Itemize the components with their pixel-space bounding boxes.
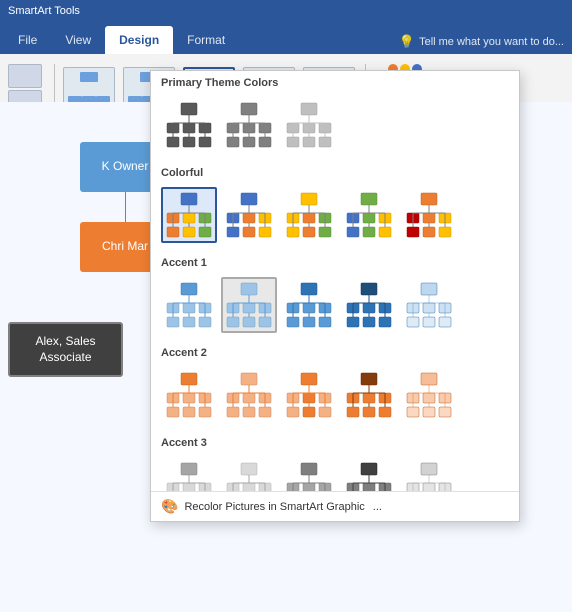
connector-1: [125, 192, 126, 222]
accent2-swatch-4[interactable]: [341, 367, 397, 423]
accent1-swatch-5[interactable]: [401, 277, 457, 333]
node-alex[interactable]: Alex, Sales Associate: [8, 322, 123, 377]
accent1-swatch-1[interactable]: [161, 277, 217, 333]
colorful-swatch-4[interactable]: [341, 187, 397, 243]
title-bar: SmartArt Tools: [0, 0, 572, 22]
section-colorful-label: Colorful: [151, 161, 519, 183]
section-accent3-label: Accent 3: [151, 431, 519, 453]
primary-swatch-2[interactable]: [221, 97, 277, 153]
colorful-swatch-5[interactable]: [401, 187, 457, 243]
accent2-swatch-1[interactable]: [161, 367, 217, 423]
recolor-label: Recolor Pictures in SmartArt Graphic: [184, 501, 364, 513]
primary-swatch-1[interactable]: [161, 97, 217, 153]
ribbon-tabs: File View Design Format 💡 Tell me what y…: [0, 22, 572, 54]
title-text: SmartArt Tools: [8, 5, 80, 17]
tab-format[interactable]: Format: [173, 26, 239, 54]
accent1-swatch-3[interactable]: [281, 277, 337, 333]
accent3-swatch-2[interactable]: [221, 457, 277, 491]
colorful-swatch-1[interactable]: [161, 187, 217, 243]
section-accent2-grid: [151, 363, 519, 431]
colorful-swatch-3[interactable]: [281, 187, 337, 243]
change-colors-dropdown: Primary Theme Colors: [150, 70, 520, 522]
tab-design[interactable]: Design: [105, 26, 173, 54]
section-accent3-grid: [151, 453, 519, 491]
thumb-sm-1[interactable]: [8, 64, 42, 88]
accent2-swatch-2[interactable]: [221, 367, 277, 423]
accent3-swatch-5[interactable]: [401, 457, 457, 491]
dropdown-scroll[interactable]: Primary Theme Colors: [151, 71, 519, 491]
colorful-swatch-2[interactable]: [221, 187, 277, 243]
section-colorful-grid: [151, 183, 519, 251]
section-accent2-label: Accent 2: [151, 341, 519, 363]
accent3-swatch-3[interactable]: [281, 457, 337, 491]
section-accent1-grid: [151, 273, 519, 341]
section-primary-label: Primary Theme Colors: [151, 71, 519, 93]
tab-view[interactable]: View: [51, 26, 105, 54]
ellipsis: ...: [373, 501, 382, 513]
section-accent1-label: Accent 1: [151, 251, 519, 273]
accent1-swatch-2[interactable]: [221, 277, 277, 333]
accent2-swatch-5[interactable]: [401, 367, 457, 423]
accent3-swatch-1[interactable]: [161, 457, 217, 491]
recolor-pictures-button[interactable]: 🎨 Recolor Pictures in SmartArt Graphic .…: [151, 491, 519, 521]
accent2-swatch-3[interactable]: [281, 367, 337, 423]
accent3-swatch-4[interactable]: [341, 457, 397, 491]
primary-swatch-3[interactable]: [281, 97, 337, 153]
accent1-swatch-4[interactable]: [341, 277, 397, 333]
section-primary-grid: [151, 93, 519, 161]
recolor-icon: 🎨: [161, 498, 178, 515]
tab-file[interactable]: File: [4, 26, 51, 54]
tell-me-box[interactable]: 💡 Tell me what you want to do...: [399, 34, 564, 50]
